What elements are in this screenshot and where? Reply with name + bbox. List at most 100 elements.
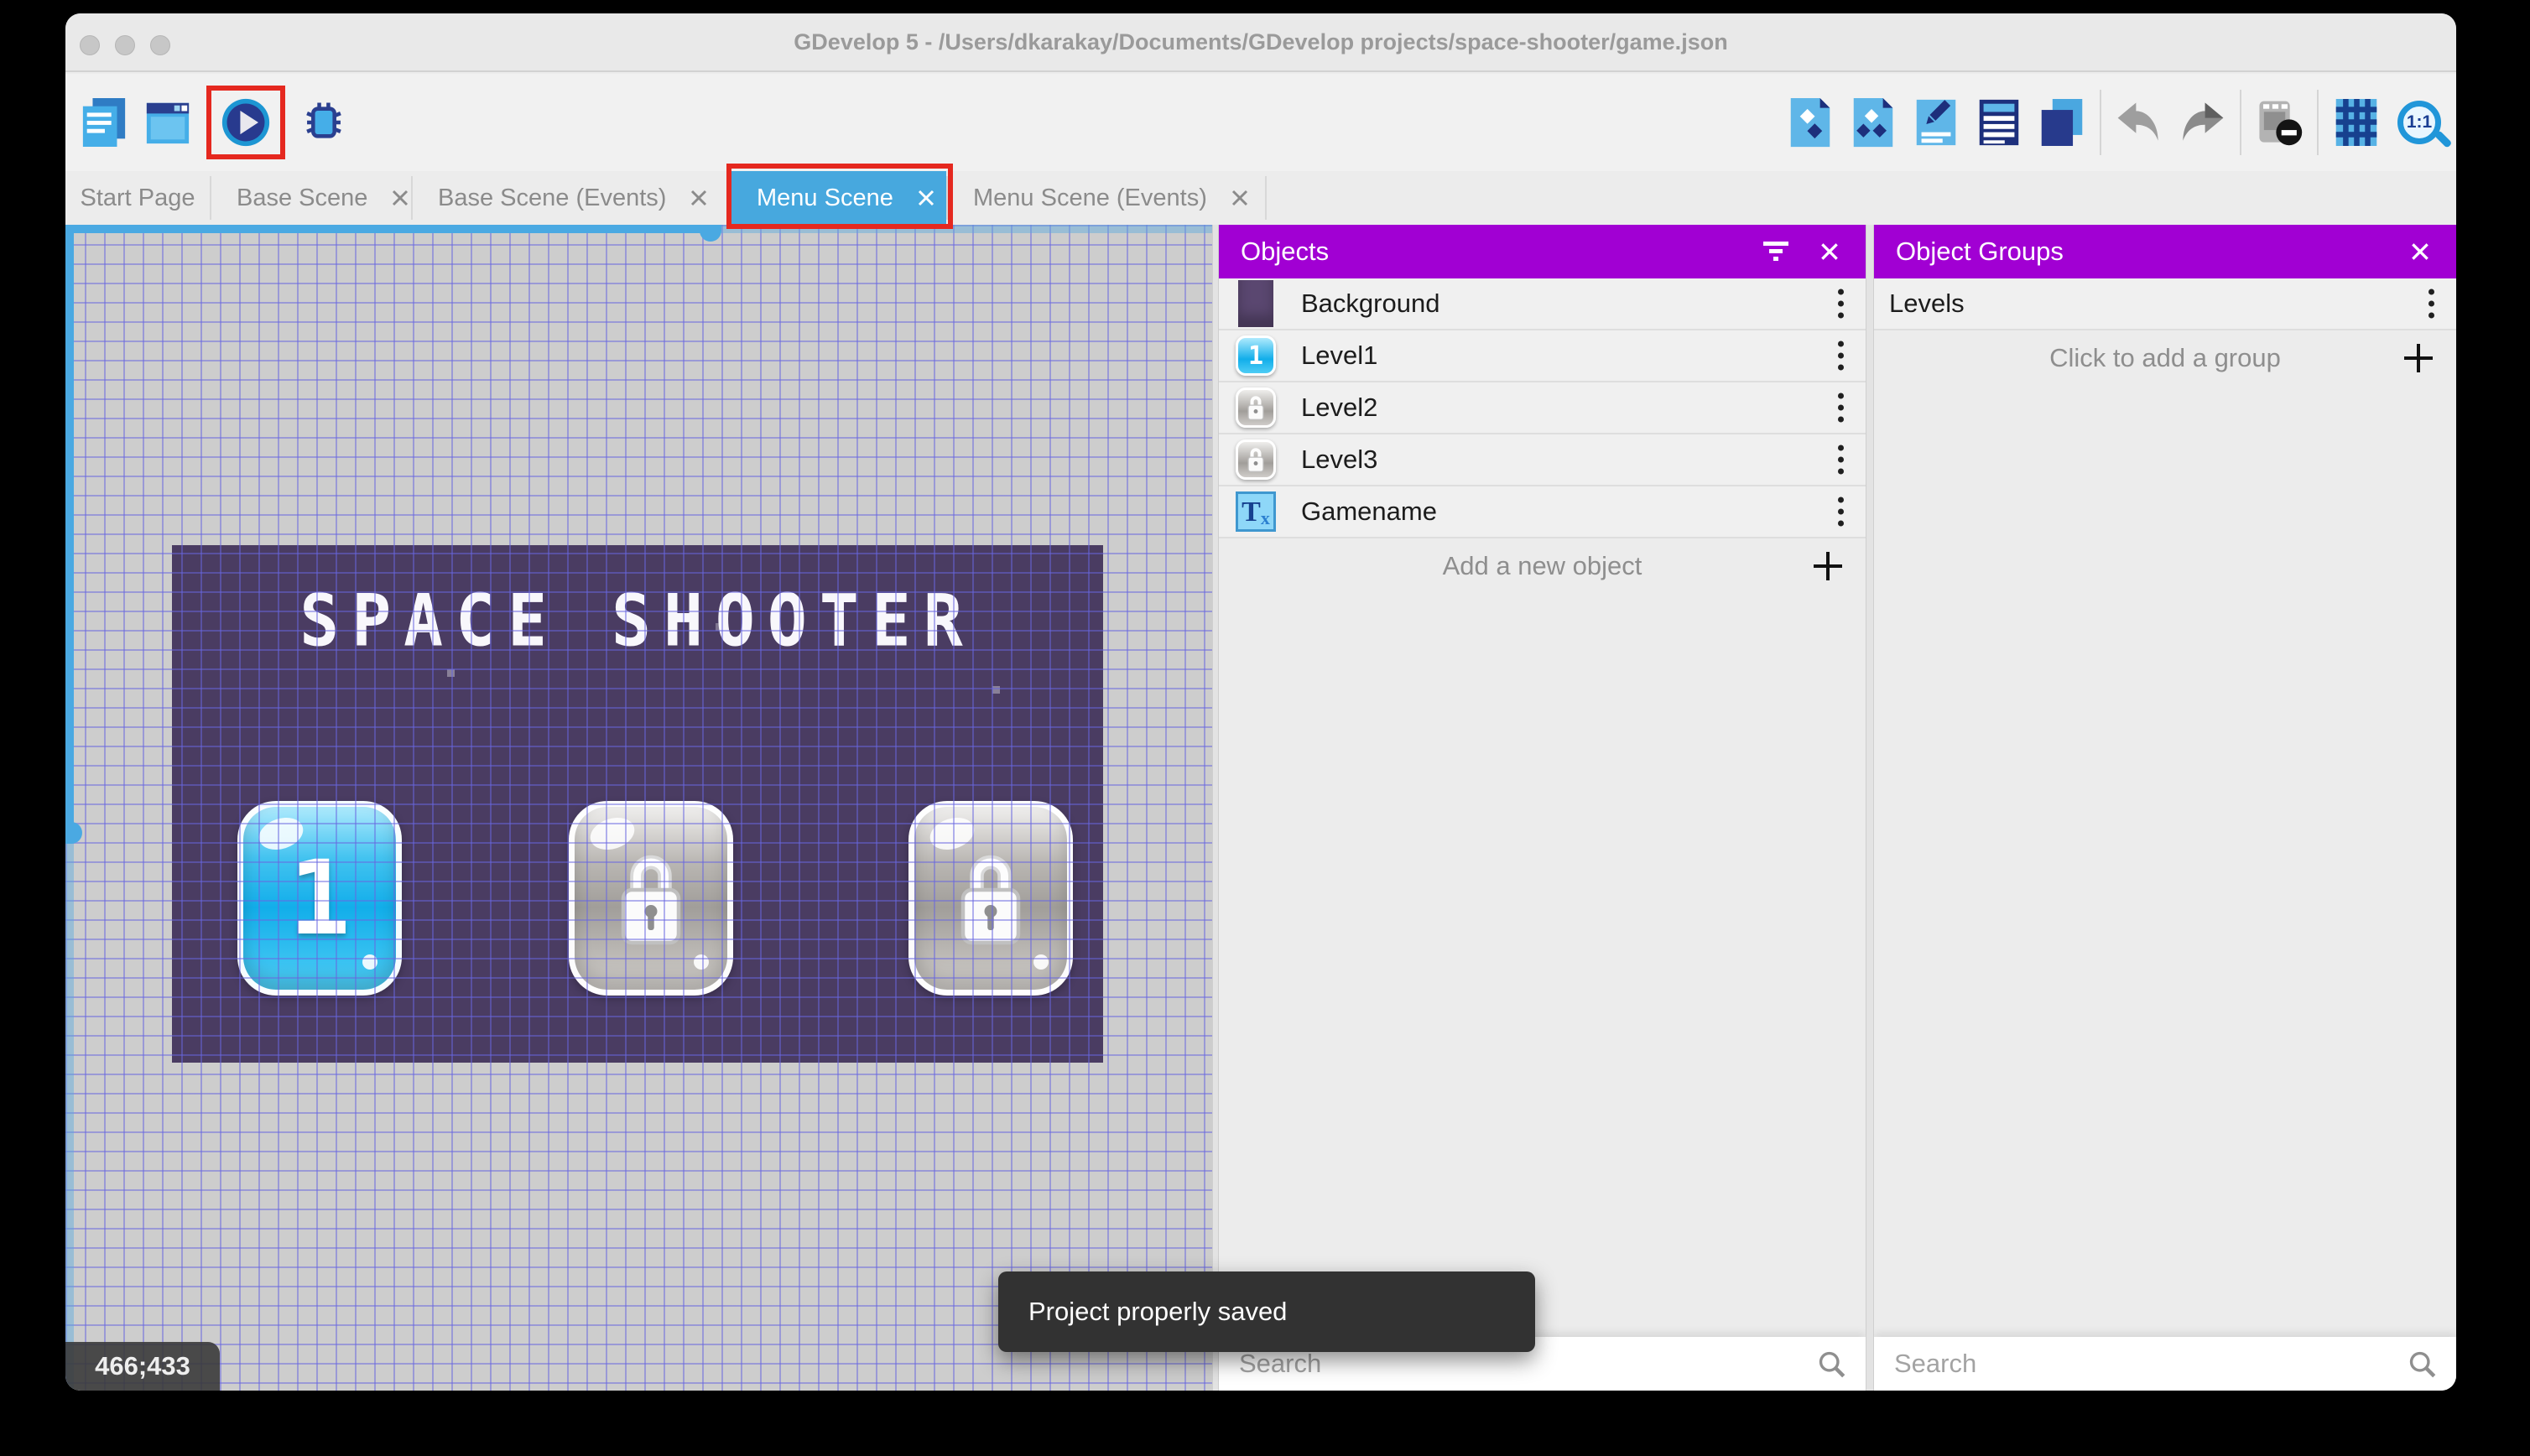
object-groups-panel-title: Object Groups	[1896, 237, 2064, 266]
object-name: Level3	[1301, 445, 1378, 474]
scene-background-rect[interactable]: SPACE SHOOTER 1	[172, 545, 1103, 1063]
locked-button-thumbnail	[1234, 386, 1278, 429]
object-row-level2[interactable]: Level2	[1219, 382, 1866, 434]
editor-content: SPACE SHOOTER 1 466;433 Objects Backgrou…	[65, 225, 2456, 1391]
tab-label: Menu Scene (Events)	[973, 184, 1207, 211]
groups-search-bar	[1874, 1337, 2456, 1391]
tab-base-scene-events[interactable]: Base Scene (Events)	[413, 171, 730, 225]
add-group-button[interactable]: Click to add a group	[1874, 330, 2456, 386]
objects-search-input[interactable]	[1239, 1349, 1817, 1379]
objects-panel-icon[interactable]	[1785, 95, 1835, 150]
object-row-background[interactable]: Background	[1219, 278, 1866, 330]
scene-game-title[interactable]: SPACE SHOOTER	[172, 580, 1103, 663]
play-button-highlight-box	[206, 86, 285, 159]
close-tab-icon[interactable]	[917, 189, 935, 207]
preview-window-icon[interactable]	[143, 95, 193, 150]
level-2-locked-button-object[interactable]	[569, 801, 733, 996]
level1-button-thumbnail: 1	[1234, 334, 1278, 377]
group-name: Levels	[1889, 289, 1965, 318]
object-menu-kebab-icon[interactable]	[1835, 286, 1847, 322]
background-sprite-thumbnail	[1234, 280, 1278, 327]
close-window-button[interactable]	[80, 35, 100, 55]
tab-label: Start Page	[80, 184, 195, 211]
object-groups-panel-header: Object Groups	[1874, 225, 2456, 278]
text-icon-glyph: x	[1260, 507, 1270, 528]
canvas-horizontal-scrollbar[interactable]	[65, 225, 1212, 242]
object-name: Gamename	[1301, 497, 1437, 526]
button-gloss-dot	[694, 954, 709, 970]
objects-groups-panel-divider[interactable]	[1866, 225, 1874, 1391]
object-menu-kebab-icon[interactable]	[1835, 442, 1847, 478]
grid-icon[interactable]	[2331, 95, 2382, 150]
close-tab-icon[interactable]	[1231, 189, 1249, 207]
zoom-one-to-one-icon[interactable]: 1:1	[2394, 95, 2444, 150]
zoom-ratio-label: 1:1	[2406, 112, 2433, 132]
plus-icon[interactable]	[1814, 552, 1842, 580]
toolbar-separator	[2240, 90, 2241, 155]
groups-search-input[interactable]	[1894, 1349, 2408, 1379]
debug-icon[interactable]	[299, 95, 349, 150]
search-icon	[2409, 1351, 2436, 1378]
tab-start-page[interactable]: Start Page	[65, 171, 210, 225]
objects-panel: Objects Background 1 Level1 Level2 Level…	[1219, 225, 1866, 1391]
properties-icon[interactable]	[1911, 95, 1961, 150]
tab-menu-scene[interactable]: Menu Scene	[731, 171, 946, 225]
close-panel-icon[interactable]	[2406, 237, 2434, 266]
main-toolbar: 1:1	[65, 74, 2456, 171]
toast-message: Project properly saved	[1028, 1297, 1288, 1326]
toolbar-separator	[2100, 90, 2101, 155]
object-menu-kebab-icon[interactable]	[1835, 494, 1847, 530]
layers-icon[interactable]	[2037, 95, 2087, 150]
window-title: GDevelop 5 - /Users/dkarakay/Documents/G…	[794, 29, 1728, 55]
play-icon[interactable]	[221, 95, 271, 150]
close-panel-icon[interactable]	[1815, 237, 1844, 266]
object-name: Level1	[1301, 341, 1378, 370]
plus-icon[interactable]	[2404, 344, 2433, 372]
canvas-vertical-scrollbar[interactable]	[65, 225, 82, 1391]
level-1-button-object[interactable]: 1	[237, 801, 402, 996]
object-name: Background	[1301, 289, 1440, 318]
object-menu-kebab-icon[interactable]	[1835, 390, 1847, 426]
instances-list-icon[interactable]	[1974, 95, 2024, 150]
minimize-window-button[interactable]	[115, 35, 135, 55]
project-manager-icon[interactable]	[79, 95, 129, 150]
redo-icon[interactable]	[2177, 95, 2227, 150]
tab-label: Base Scene	[237, 184, 368, 211]
scrollbar-fill	[65, 225, 74, 830]
add-group-label: Click to add a group	[2049, 343, 2281, 372]
editor-tab-bar: Start Page Base Scene Base Scene (Events…	[65, 171, 2456, 225]
level-3-locked-button-object[interactable]	[908, 801, 1073, 996]
scene-stars-decoration	[172, 545, 176, 549]
object-row-level3[interactable]: Level3	[1219, 434, 1866, 486]
tab-base-scene[interactable]: Base Scene	[211, 171, 411, 225]
tab-menu-scene-events[interactable]: Menu Scene (Events)	[948, 171, 1265, 225]
object-name: Level2	[1301, 393, 1378, 422]
scene-editor-canvas[interactable]: SPACE SHOOTER 1 466;433	[65, 225, 1212, 1391]
tab-label: Base Scene (Events)	[438, 184, 667, 211]
gdevelop-window: GDevelop 5 - /Users/dkarakay/Documents/G…	[65, 13, 2456, 1391]
scrollbar-thumb[interactable]	[700, 225, 721, 242]
object-groups-panel-icon[interactable]	[1848, 95, 1898, 150]
canvas-objects-panel-divider[interactable]	[1212, 225, 1219, 1391]
maximize-window-button[interactable]	[150, 35, 170, 55]
objects-panel-title: Objects	[1241, 237, 1330, 266]
search-icon	[1819, 1351, 1845, 1378]
undo-icon[interactable]	[2114, 95, 2164, 150]
scrollbar-thumb[interactable]	[65, 822, 82, 844]
add-new-object-button[interactable]: Add a new object	[1219, 538, 1866, 594]
thumbnail-digit: 1	[1247, 341, 1264, 371]
close-tab-icon[interactable]	[391, 189, 409, 207]
group-menu-kebab-icon[interactable]	[2425, 286, 2438, 322]
button-gloss-dot	[1033, 954, 1049, 970]
button-gloss-dot	[362, 954, 377, 970]
toolbar-right-group: 1:1	[1785, 84, 2444, 161]
close-tab-icon[interactable]	[690, 189, 708, 207]
object-row-level1[interactable]: 1 Level1	[1219, 330, 1866, 382]
object-row-gamename[interactable]: T x Gamename	[1219, 486, 1866, 538]
filter-icon[interactable]	[1762, 237, 1790, 266]
toggle-mask-icon[interactable]	[2254, 95, 2304, 150]
title-bar: GDevelop 5 - /Users/dkarakay/Documents/G…	[65, 13, 2456, 72]
group-row-levels[interactable]: Levels	[1874, 278, 2456, 330]
object-menu-kebab-icon[interactable]	[1835, 338, 1847, 374]
toolbar-separator	[2317, 90, 2319, 155]
